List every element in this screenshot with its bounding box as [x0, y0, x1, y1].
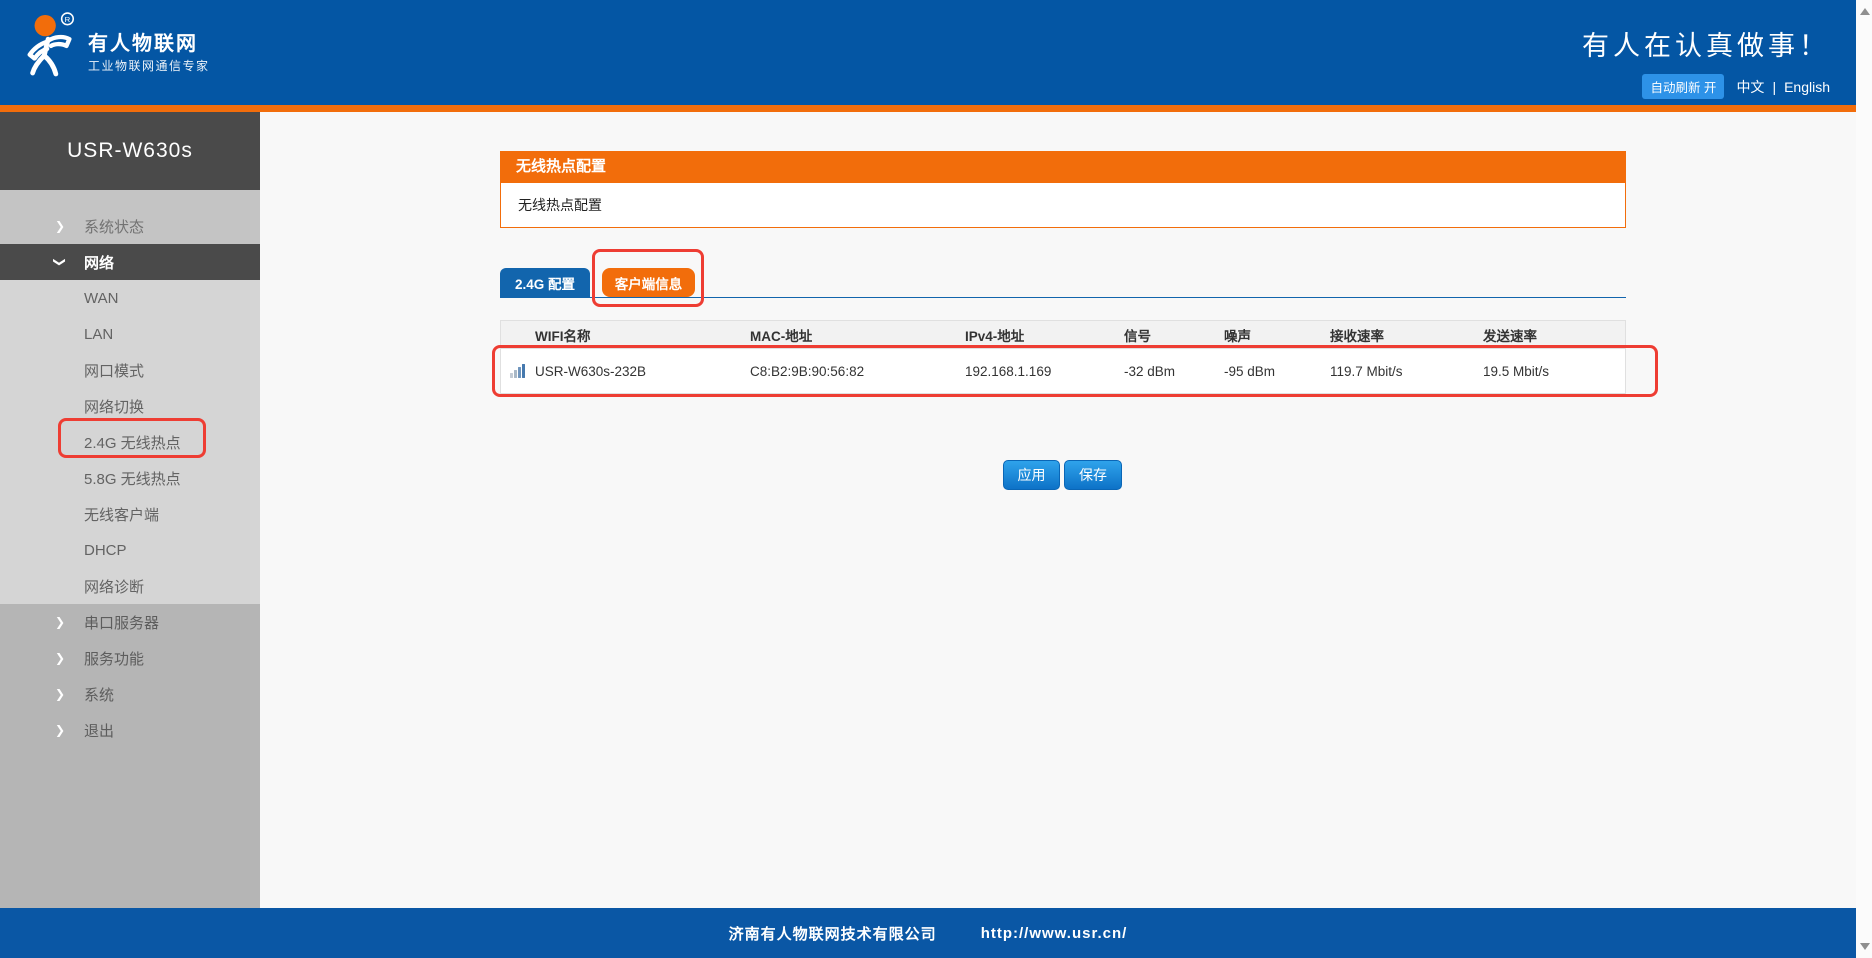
- panel-title-bar: 无线热点配置: [500, 151, 1626, 182]
- cell-wifi-name: USR-W630s-232B: [535, 364, 750, 379]
- sidebar-item-label: 无线客户端: [84, 504, 159, 525]
- cell-signal: -32 dBm: [1124, 364, 1224, 379]
- sidebar-item-label: 退出: [84, 720, 114, 741]
- sidebar-item-label: 网络诊断: [84, 576, 144, 597]
- sidebar-item-port-mode[interactable]: 网口模式: [0, 352, 260, 388]
- chevron-right-icon: ❯: [55, 724, 69, 736]
- sidebar-item-label: 系统状态: [84, 216, 144, 237]
- brand-name: 有人物联网: [88, 27, 198, 56]
- cell-ipv4-address: 192.168.1.169: [965, 364, 1124, 379]
- sidebar-item-logout[interactable]: ❯ 退出: [0, 712, 260, 748]
- sidebar-item-service-functions[interactable]: ❯ 服务功能: [0, 640, 260, 676]
- sidebar-item-label: 网口模式: [84, 360, 144, 381]
- panel-description: 无线热点配置: [500, 182, 1626, 228]
- col-rx-rate: 接收速率: [1330, 325, 1483, 345]
- page-scrollbar[interactable]: [1856, 0, 1872, 958]
- sidebar-item-label: 网络切换: [84, 396, 144, 417]
- sidebar-item-lan[interactable]: LAN: [0, 316, 260, 352]
- sidebar-item-dhcp[interactable]: DHCP: [0, 532, 260, 568]
- sidebar-item-wan[interactable]: WAN: [0, 280, 260, 316]
- svg-text:R: R: [65, 15, 71, 24]
- cell-rx-rate: 119.7 Mbit/s: [1330, 364, 1483, 379]
- brand-tagline: 工业物联网通信专家: [88, 57, 210, 74]
- tab-24g-config[interactable]: 2.4G 配置: [500, 268, 590, 297]
- sidebar-item-label: WAN: [84, 290, 118, 307]
- sidebar-filler: [0, 748, 260, 908]
- chevron-down-icon: ❯: [54, 257, 66, 267]
- tab-underline: [500, 297, 1626, 298]
- router-admin-page: R 有人物联网 工业物联网通信专家 有人在认真做事！ 自动刷新 开 中文 | E…: [0, 0, 1872, 958]
- sidebar-item-label: 串口服务器: [84, 612, 159, 633]
- chevron-right-icon: ❯: [55, 616, 69, 628]
- chevron-right-icon: ❯: [55, 652, 69, 664]
- save-button[interactable]: 保存: [1064, 460, 1122, 490]
- scroll-down-icon[interactable]: [1860, 943, 1870, 950]
- sidebar-item-label: LAN: [84, 326, 113, 343]
- sidebar-item-system[interactable]: ❯ 系统: [0, 676, 260, 712]
- tab-client-info[interactable]: 客户端信息: [602, 268, 695, 297]
- signal-strength-bars-icon: [510, 364, 535, 378]
- lang-chinese-link[interactable]: 中文: [1736, 77, 1764, 97]
- sidebar-item-network[interactable]: ❯ 网络: [0, 244, 260, 280]
- col-mac-address: MAC-地址: [750, 325, 965, 345]
- sidebar-item-label: 系统: [84, 684, 114, 705]
- header-slogan: 有人在认真做事！: [1582, 24, 1830, 63]
- client-info-table: WIFI名称 MAC-地址 IPv4-地址 信号 噪声 接收速率 发送速率 US…: [500, 320, 1626, 394]
- apply-button[interactable]: 应用: [1003, 460, 1060, 490]
- cell-mac-address: C8:B2:9B:90:56:82: [750, 364, 965, 379]
- chevron-right-icon: ❯: [55, 220, 69, 232]
- main-content: 无线热点配置 无线热点配置 2.4G 配置 客户端信息 WIFI名称 MAC-地…: [260, 112, 1856, 908]
- sidebar-spacer: [0, 190, 260, 208]
- cell-tx-rate: 19.5 Mbit/s: [1483, 364, 1625, 379]
- footer-website-link[interactable]: http://www.usr.cn/: [981, 925, 1128, 942]
- usr-logo-running-person-icon: R: [22, 11, 80, 77]
- sidebar-item-label: 服务功能: [84, 648, 144, 669]
- sidebar-item-24g-wireless-ap[interactable]: 2.4G 无线热点: [0, 424, 260, 460]
- chevron-right-icon: ❯: [55, 688, 69, 700]
- col-ipv4-address: IPv4-地址: [965, 325, 1124, 345]
- sidebar-item-label: 网络: [84, 252, 114, 273]
- header-accent-strip: [0, 105, 1856, 112]
- sidebar-item-system-status[interactable]: ❯ 系统状态: [0, 208, 260, 244]
- top-header: R 有人物联网 工业物联网通信专家 有人在认真做事！ 自动刷新 开 中文 | E…: [0, 0, 1856, 105]
- sidebar-item-serial-server[interactable]: ❯ 串口服务器: [0, 604, 260, 640]
- col-noise: 噪声: [1224, 325, 1330, 345]
- sidebar-item-label: 5.8G 无线热点: [84, 468, 181, 489]
- lang-divider: |: [1772, 79, 1776, 95]
- table-row: USR-W630s-232B C8:B2:9B:90:56:82 192.168…: [501, 349, 1625, 393]
- col-tx-rate: 发送速率: [1483, 325, 1625, 345]
- sidebar-item-label: 2.4G 无线热点: [84, 432, 181, 453]
- sidebar-item-58g-wireless-ap[interactable]: 5.8G 无线热点: [0, 460, 260, 496]
- footer-company: 济南有人物联网技术有限公司: [729, 923, 937, 944]
- sidebar-nav: USR-W630s ❯ 系统状态 ❯ 网络 WAN LAN 网口模式 网络切换 …: [0, 112, 260, 908]
- sidebar-item-label: DHCP: [84, 542, 127, 559]
- cell-noise: -95 dBm: [1224, 364, 1330, 379]
- sidebar-item-network-diagnosis[interactable]: 网络诊断: [0, 568, 260, 604]
- scroll-up-icon[interactable]: [1860, 8, 1870, 15]
- sidebar-item-network-switch[interactable]: 网络切换: [0, 388, 260, 424]
- page-footer: 济南有人物联网技术有限公司 http://www.usr.cn/: [0, 908, 1856, 958]
- auto-refresh-toggle[interactable]: 自动刷新 开: [1642, 74, 1724, 99]
- col-wifi-name: WIFI名称: [535, 325, 750, 345]
- col-signal: 信号: [1124, 325, 1224, 345]
- table-header-row: WIFI名称 MAC-地址 IPv4-地址 信号 噪声 接收速率 发送速率: [501, 321, 1625, 349]
- device-model-title: USR-W630s: [0, 112, 260, 190]
- sidebar-item-wireless-client[interactable]: 无线客户端: [0, 496, 260, 532]
- lang-english-link[interactable]: English: [1784, 79, 1830, 95]
